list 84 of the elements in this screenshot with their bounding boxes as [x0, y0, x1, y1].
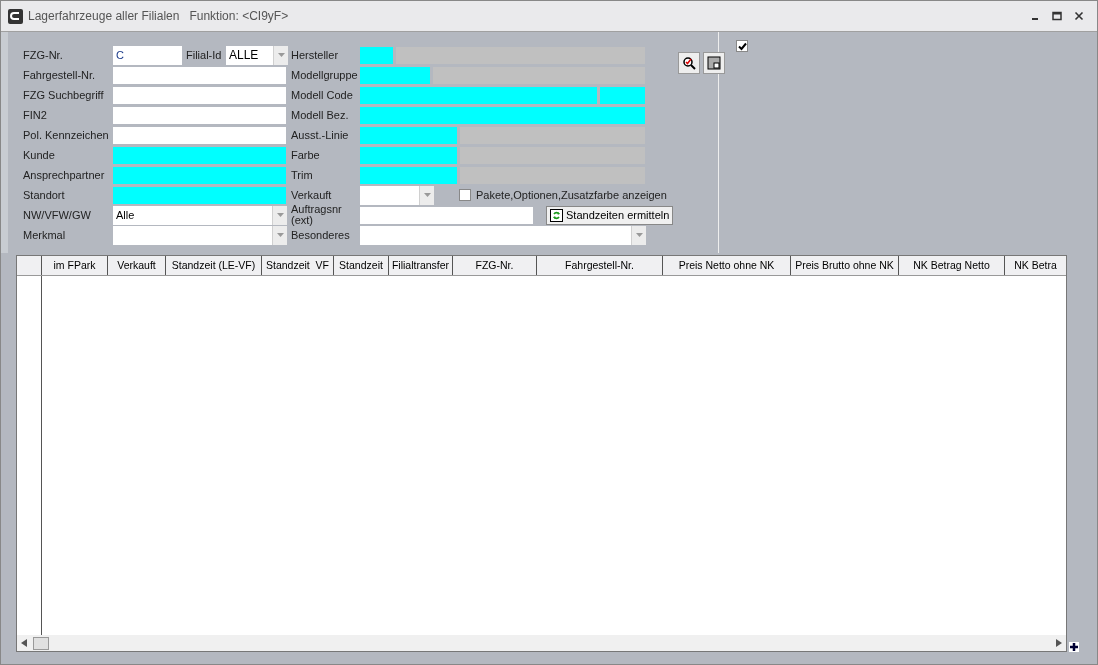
text-field[interactable] — [360, 66, 430, 84]
function-code: Funktion: <CI9yF> — [189, 8, 289, 25]
column-header[interactable]: NK Betrag Netto — [899, 256, 1005, 275]
right-arrow-icon[interactable] — [1056, 639, 1062, 647]
dropdown-button[interactable] — [272, 225, 287, 245]
text-field[interactable] — [600, 86, 645, 104]
dropdown-field[interactable] — [113, 225, 287, 245]
grid-icon — [707, 56, 722, 70]
field-label: Ausst.-Linie — [291, 129, 350, 141]
field-label: Modell Code — [291, 89, 354, 101]
column-header[interactable]: Standzeit (LE-VF) — [166, 256, 262, 275]
field-label: Kunde — [23, 147, 56, 163]
field-label: Pol. Kennzeichen — [23, 127, 110, 143]
column-header[interactable]: Preis Brutto ohne NK — [791, 256, 899, 275]
field-label: Farbe — [291, 149, 321, 161]
text-field[interactable] — [113, 86, 286, 104]
refresh-icon — [550, 208, 563, 222]
column-header[interactable]: Preis Netto ohne NK — [663, 256, 791, 275]
text-field[interactable] — [360, 206, 533, 224]
column-header[interactable]: FZG-Nr. — [453, 256, 537, 275]
field-label: Merkmal — [23, 227, 67, 243]
text-field[interactable] — [113, 146, 286, 164]
dropdown-button[interactable] — [631, 225, 646, 245]
dropdown-button[interactable] — [273, 45, 288, 65]
field-label: NW/VFW/GW — [23, 207, 92, 223]
text-field[interactable] — [360, 86, 597, 104]
field-label: Besonderes — [291, 229, 351, 241]
field-label: Modell Bez. — [291, 109, 350, 121]
text-field[interactable] — [113, 186, 286, 204]
text-field[interactable] — [360, 166, 457, 184]
text-field[interactable] — [113, 66, 286, 84]
text-field[interactable] — [113, 106, 286, 124]
dropdown-field[interactable] — [360, 225, 646, 245]
text-field[interactable] — [113, 166, 286, 184]
field-label: Filial-Id — [186, 47, 222, 63]
field-label: Ansprechpartner — [23, 167, 106, 183]
column-header[interactable]: Fahrgestell-Nr. — [537, 256, 663, 275]
dropdown-button[interactable] — [419, 185, 434, 205]
close-icon[interactable] — [1074, 11, 1084, 21]
field-label: Trim — [291, 169, 314, 181]
calculate-button[interactable]: Standzeiten ermitteln — [546, 205, 674, 225]
dropdown-field[interactable]: ALLE — [226, 45, 288, 65]
field-label: Auftragsnr (ext) — [291, 204, 343, 226]
column-header[interactable]: NK Betra — [1005, 256, 1066, 275]
field-label: Hersteller — [291, 49, 340, 61]
plus-icon[interactable] — [1069, 642, 1079, 652]
text-field[interactable] — [360, 106, 645, 124]
caret-icon — [635, 233, 643, 237]
app-logo-icon — [8, 8, 23, 24]
field-label: FZG-Nr. — [23, 47, 64, 63]
maximize-icon[interactable] — [1052, 11, 1062, 21]
horizontal-scrollbar[interactable] — [17, 635, 1066, 651]
window-title: Lagerfahrzeuge aller Filialen — [28, 8, 180, 25]
field-label: Fahrgestell-Nr. — [23, 67, 97, 83]
text-field[interactable] — [360, 126, 457, 144]
text-field[interactable]: C — [113, 45, 182, 65]
field-label: Modellgruppe — [291, 69, 359, 81]
text-field[interactable] — [113, 126, 286, 144]
field-label: FZG Suchbegriff — [23, 87, 105, 103]
text-field[interactable] — [360, 46, 393, 64]
search-button[interactable] — [678, 52, 701, 74]
column-header[interactable]: im FPark — [42, 256, 108, 275]
left-arrow-icon[interactable] — [21, 639, 27, 647]
field-label: Standort — [23, 187, 66, 203]
search-icon — [682, 56, 697, 70]
column-header[interactable]: Standzeit — [334, 256, 389, 275]
column-header[interactable]: Filialtransfer — [389, 256, 453, 275]
checkbox[interactable] — [736, 40, 748, 52]
dropdown-field[interactable] — [360, 185, 434, 205]
caret-icon — [276, 213, 284, 217]
dropdown-field[interactable]: Alle — [113, 205, 287, 225]
caret-icon — [276, 233, 284, 237]
checkbox-label: Pakete,Optionen,Zusatzfarbe anzeigen — [476, 187, 667, 203]
column-header[interactable]: Standzeit VF — [262, 256, 334, 275]
checkbox[interactable] — [459, 189, 471, 201]
scroll-thumb[interactable] — [33, 636, 49, 650]
dropdown-button[interactable] — [272, 205, 287, 225]
grid-button[interactable] — [703, 52, 726, 74]
column-header[interactable]: Verkauft — [108, 256, 166, 275]
caret-icon — [423, 193, 431, 197]
field-label: FIN2 — [23, 107, 48, 123]
caret-icon — [277, 53, 285, 57]
field-label: Verkauft — [291, 189, 333, 201]
text-field[interactable] — [360, 146, 457, 164]
